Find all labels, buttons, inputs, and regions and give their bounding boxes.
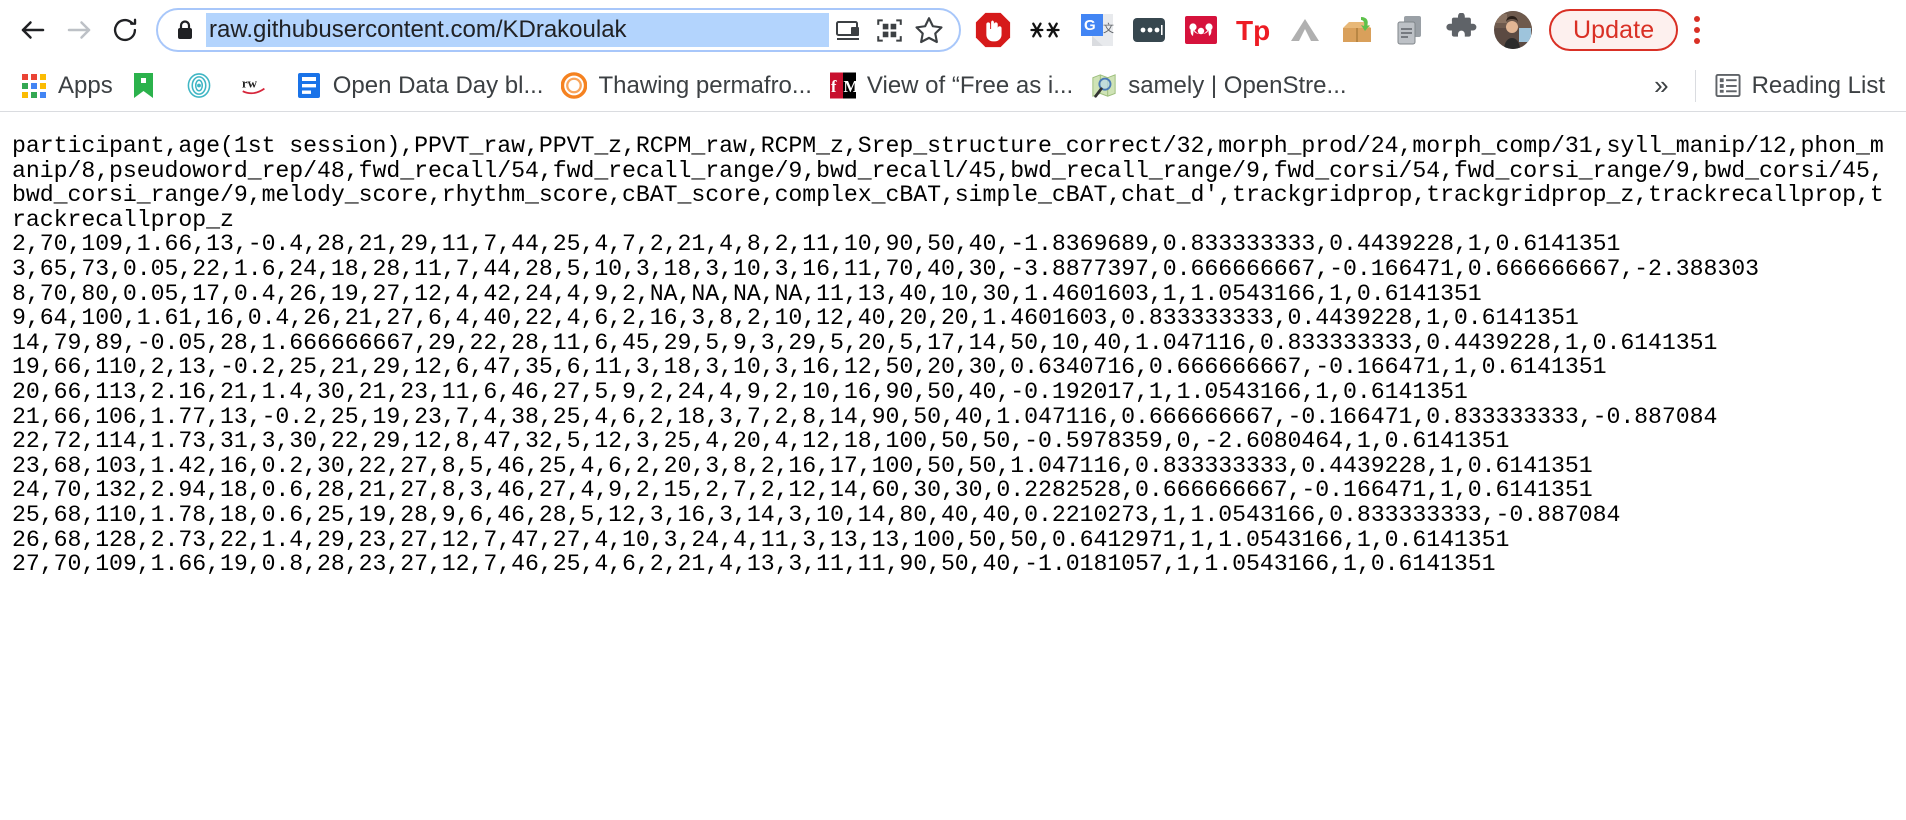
svg-text:Tp: Tp [1236,15,1270,46]
svg-text:rw: rw [242,75,258,90]
blue-doc-bookmark-icon [296,73,322,99]
svg-text:G: G [1084,17,1096,34]
bookmark-item-open-data-day-label: Open Data Day bl... [332,71,544,99]
svg-text:M: M [843,77,856,96]
address-bar[interactable]: raw.githubusercontent.com/KDrakoulak [156,8,961,52]
arrow-right-icon [67,21,91,39]
extension-icons: G 文 Tp [967,6,1539,54]
bookmark-item-rw[interactable]: rw [232,68,287,104]
browser-window: raw.githubusercontent.com/KDrakoulak G 文… [0,0,1906,820]
reload-icon [113,18,137,42]
reading-list-label: Reading List [1751,71,1885,99]
unpacked-extension-icon[interactable] [1331,6,1383,54]
url-input[interactable]: raw.githubusercontent.com/KDrakoulak [206,13,829,47]
bookmark-apps[interactable]: Apps [12,67,122,105]
bookmark-item-free-as-in-label: View of “Free as i... [866,71,1074,99]
google-translate-extension-icon[interactable]: G 文 [1071,6,1123,54]
bookmark-item-spiral[interactable] [177,68,232,104]
asterisk-extension-icon[interactable] [1019,6,1071,54]
arrow-left-icon [21,21,45,39]
qr-code-icon[interactable] [869,10,909,50]
browser-toolbar: raw.githubusercontent.com/KDrakoulak G 文… [0,0,1906,60]
bookmark-star-icon[interactable] [909,10,949,50]
fm-bookmark-icon: f M [829,72,856,99]
bookmark-item-free-as-in[interactable]: f M View of “Free as i... [821,67,1082,105]
reload-button[interactable] [102,7,148,53]
bookmark-item-thawing-permafrost-label: Thawing permafro... [598,71,812,99]
reading-list-icon [1715,73,1741,99]
green-bookmark-icon [131,73,157,99]
lock-icon [174,19,196,41]
profile-avatar[interactable] [1487,6,1539,54]
bookmark-item-thawing-permafrost[interactable]: Thawing permafro... [552,67,820,105]
bookmarks-bar: Apps rw Open Data Day bl... Thawing perm… [0,60,1906,112]
apps-grid-icon [21,73,47,99]
bookmark-item-open-data-day[interactable]: Open Data Day bl... [287,67,553,105]
svg-text:文: 文 [1103,21,1114,35]
bookmark-item-openstreetmap[interactable]: samely | OpenStre... [1082,67,1355,105]
map-magnifier-bookmark-icon [1091,73,1117,99]
mendeley-extension-icon[interactable] [1175,6,1227,54]
back-button[interactable] [10,7,56,53]
svg-text:f: f [831,77,837,96]
teal-spiral-bookmark-icon [186,73,212,99]
rw-bookmark-icon: rw [241,73,267,99]
reading-list-button[interactable]: Reading List [1706,67,1894,105]
cast-icon[interactable] [829,10,869,50]
forward-button[interactable] [56,7,102,53]
raw-csv-text: participant,age(1st session),PPVT_raw,PP… [12,133,1884,578]
orange-ring-bookmark-icon [561,72,588,99]
bookmark-item-openstreetmap-label: samely | OpenStre... [1128,71,1347,99]
bookmark-apps-label: Apps [58,71,113,99]
update-button[interactable]: Update [1549,9,1679,51]
bookmark-item-green[interactable] [122,68,177,104]
puzzle-extensions-icon[interactable] [1435,6,1487,54]
bookmarks-overflow-button[interactable]: » [1638,70,1684,101]
browser-menu-icon[interactable] [1680,8,1714,52]
adblock-extension-icon[interactable] [967,6,1019,54]
copy-documents-extension-icon[interactable] [1383,6,1435,54]
bookmarks-divider [1694,69,1696,102]
page-content: participant,age(1st session),PPVT_raw,PP… [0,112,1906,820]
typio-extension-icon[interactable]: Tp [1227,6,1279,54]
nordvpn-extension-icon[interactable] [1279,6,1331,54]
dots-extension-icon[interactable] [1123,6,1175,54]
